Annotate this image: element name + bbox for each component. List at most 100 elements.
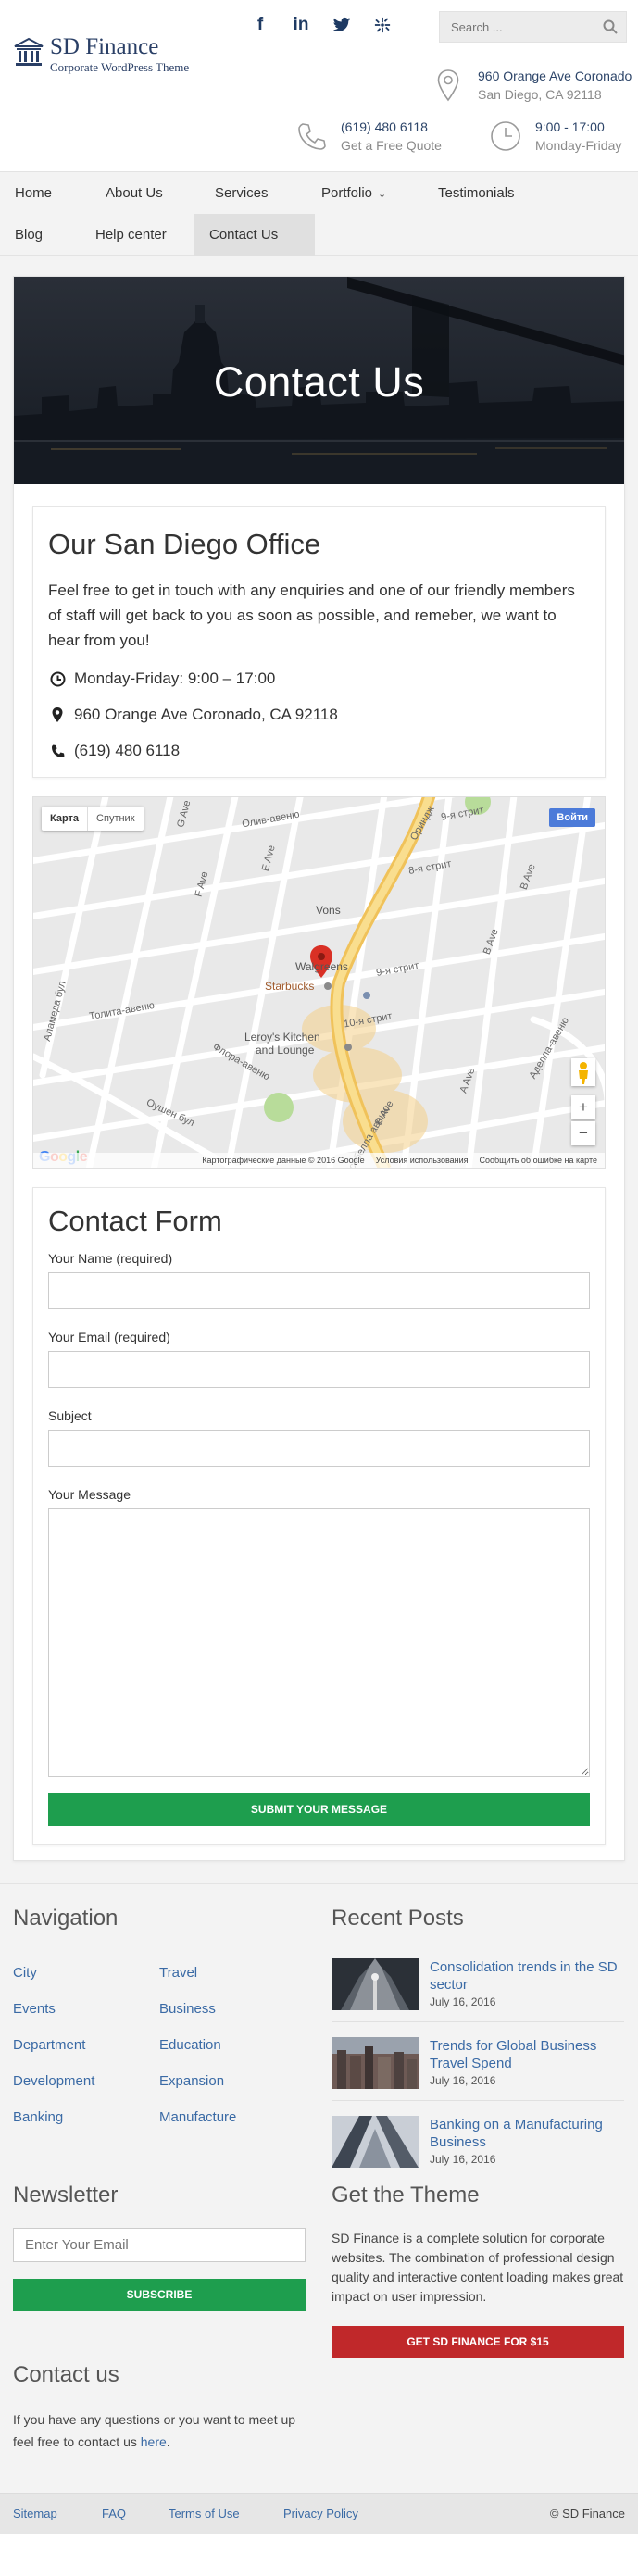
email-label: Your Email (required) (48, 1330, 170, 1344)
linkedin-icon[interactable]: in (291, 15, 311, 35)
post-date: July 16, 2016 (430, 2153, 496, 2166)
zoom-in-button[interactable]: + (571, 1095, 595, 1119)
phone-number[interactable]: (619) 480 6118 (341, 118, 442, 136)
map-login-button[interactable]: Войти (549, 808, 595, 827)
map-type-toggle: Карта Спутник (42, 807, 144, 831)
facebook-icon[interactable]: f (250, 15, 270, 35)
footer-contact-title: Contact us (13, 2362, 119, 2387)
subject-field[interactable] (48, 1430, 590, 1467)
terms-link[interactable]: Terms of Use (169, 2507, 240, 2520)
header-hours: 9:00 - 17:00 Monday-Friday (487, 118, 621, 155)
header-address: 960 Orange Ave Coronado San Diego, CA 92… (430, 67, 632, 104)
map-place-starbucks[interactable]: Starbucks (265, 980, 314, 993)
map-place-walgreens[interactable]: Walgreens (295, 960, 348, 973)
subject-label: Subject (48, 1408, 92, 1423)
recent-post[interactable]: Consolidation trends in the SD sector Ju… (332, 1958, 624, 2014)
footer-link-education[interactable]: Education (159, 2037, 221, 2053)
main-content: Contact Us Our San Diego Office Feel fre… (0, 256, 638, 1883)
nav-item-services[interactable]: Services (200, 172, 283, 214)
nav-item-testimonials[interactable]: Testimonials (423, 172, 530, 214)
map-terms-link[interactable]: Условия использования (376, 1156, 469, 1165)
footer-link-events[interactable]: Events (13, 2001, 56, 2017)
contact-form-title: Contact Form (48, 1205, 222, 1237)
nav-item-home[interactable]: Home (0, 172, 67, 214)
map-type-map[interactable]: Карта (42, 807, 87, 831)
map-place-vons[interactable]: Vons (316, 904, 341, 917)
post-date: July 16, 2016 (430, 2074, 496, 2087)
submit-button[interactable]: SUBMIT YOUR MESSAGE (48, 1793, 590, 1826)
clock-icon (48, 669, 67, 688)
page-title: Contact Us (213, 358, 425, 406)
search-box (439, 11, 627, 43)
divider (332, 2100, 624, 2101)
office-address: 960 Orange Ave Coronado, CA 92118 (48, 706, 590, 724)
footer-link-banking[interactable]: Banking (13, 2109, 63, 2125)
nav-item-help-center[interactable]: Help center (81, 214, 181, 256)
yelp-icon[interactable] (372, 15, 393, 35)
hours-days: Monday-Friday (535, 138, 622, 153)
hours-time: 9:00 - 17:00 (535, 119, 605, 134)
office-intro: Feel free to get in touch with any enqui… (48, 581, 575, 649)
newsletter-email-input[interactable] (13, 2228, 306, 2262)
nav-item-portfolio[interactable]: Portfolio ⌄ (306, 172, 401, 214)
phone-caption: Get a Free Quote (341, 138, 442, 153)
recent-post[interactable]: Banking on a Manufacturing Business July… (332, 2116, 624, 2171)
subscribe-button[interactable]: SUBSCRIBE (13, 2279, 306, 2311)
footer-contact-text: If you have any questions or you want to… (13, 2412, 296, 2449)
recent-post[interactable]: Trends for Global Business Travel Spend … (332, 2037, 624, 2093)
divider (332, 2021, 624, 2022)
map-place-leroys-1[interactable]: Leroy's Kitchen (244, 1031, 320, 1044)
contact-form: Contact Form Your Name (required) Your E… (32, 1187, 606, 1845)
map-type-satellite[interactable]: Спутник (87, 807, 143, 831)
nav-item-about[interactable]: About Us (91, 172, 178, 214)
contact-here-link[interactable]: here (141, 2434, 167, 2449)
street-view-pegman-icon[interactable] (571, 1058, 595, 1086)
footer-newsletter-title: Newsletter (13, 2182, 119, 2207)
map-place-leroys-2[interactable]: and Lounge (256, 1044, 314, 1057)
post-title[interactable]: Trends for Global Business Travel Spend (430, 2037, 626, 2072)
map-report-link[interactable]: Сообщить об ошибке на карте (480, 1156, 597, 1165)
location-map[interactable]: Карта Спутник Войти Олив-авеню Ориндж 9-… (32, 796, 606, 1169)
name-field[interactable] (48, 1272, 590, 1309)
name-label: Your Name (required) (48, 1251, 173, 1266)
nav-item-blog[interactable]: Blog (0, 214, 57, 256)
search-input[interactable] (440, 12, 626, 42)
footer-recent-posts-title: Recent Posts (332, 1906, 464, 1931)
message-field[interactable] (48, 1508, 590, 1777)
post-title[interactable]: Banking on a Manufacturing Business (430, 2116, 626, 2151)
nav-item-contact[interactable]: Contact Us (194, 214, 315, 256)
footer-link-development[interactable]: Development (13, 2073, 94, 2089)
faq-link[interactable]: FAQ (102, 2507, 126, 2520)
search-icon[interactable] (603, 19, 618, 34)
bottom-bar: Sitemap FAQ Terms of Use Privacy Policy … (0, 2493, 638, 2534)
clock-icon (491, 121, 520, 151)
site-header: SD Finance Corporate WordPress Theme f i… (0, 0, 638, 171)
copyright: © SD Finance (549, 2507, 625, 2520)
map-marker-icon (48, 706, 67, 724)
address-line1: 960 Orange Ave Coronado (478, 69, 632, 83)
footer-link-business[interactable]: Business (159, 2001, 216, 2017)
twitter-icon[interactable] (332, 15, 352, 35)
office-phone: (619) 480 6118 (48, 742, 590, 760)
email-field[interactable] (48, 1351, 590, 1388)
message-label: Your Message (48, 1487, 131, 1502)
brand-title: SD Finance (50, 34, 159, 59)
footer-link-manufacture[interactable]: Manufacture (159, 2109, 236, 2125)
logo[interactable]: SD Finance Corporate WordPress Theme (13, 35, 189, 74)
main-nav: Home About Us Services Portfolio ⌄ Testim… (0, 171, 638, 256)
post-title[interactable]: Consolidation trends in the SD sector (430, 1958, 626, 1994)
post-thumbnail (332, 2116, 419, 2168)
footer-link-department[interactable]: Department (13, 2037, 85, 2053)
phone-icon (298, 123, 326, 150)
privacy-link[interactable]: Privacy Policy (283, 2507, 358, 2520)
footer-link-travel[interactable]: Travel (159, 1965, 197, 1981)
zoom-out-button[interactable]: − (571, 1121, 595, 1145)
map-pin-icon (437, 69, 459, 102)
footer-link-expansion[interactable]: Expansion (159, 2073, 224, 2089)
header-phone: (619) 480 6118 Get a Free Quote (293, 118, 442, 155)
social-links: f in (250, 15, 393, 35)
footer-link-city[interactable]: City (13, 1965, 37, 1981)
sitemap-link[interactable]: Sitemap (13, 2507, 57, 2520)
get-theme-button[interactable]: GET SD FINANCE FOR $15 (332, 2326, 624, 2358)
map-attribution: Картографические данные © 2016 Google Ус… (33, 1153, 605, 1168)
